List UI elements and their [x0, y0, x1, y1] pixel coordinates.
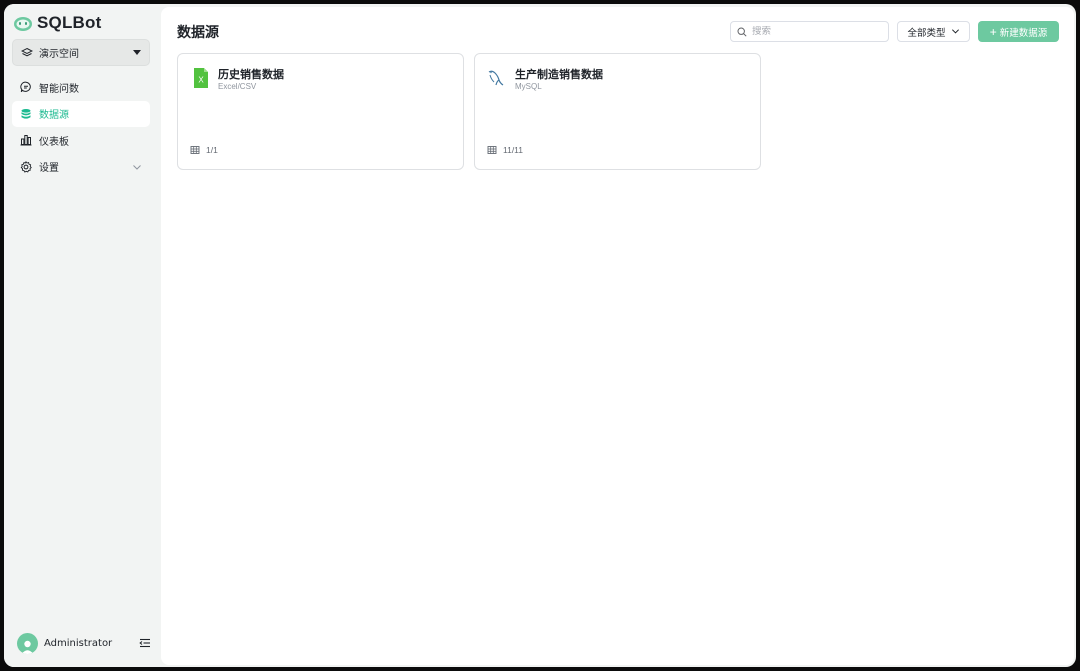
app-name: SQLBot — [37, 13, 102, 32]
new-datasource-label: 新建数据源 — [999, 27, 1048, 39]
search-input[interactable] — [752, 26, 882, 37]
datasource-name: 生产制造销售数据 — [515, 68, 603, 81]
search-icon — [737, 26, 747, 37]
datasource-card[interactable]: 生产制造销售数据 MySQL 11/11 — [474, 53, 761, 170]
new-datasource-button[interactable]: + 新建数据源 — [978, 21, 1059, 42]
gear-icon — [20, 160, 32, 173]
table-icon — [487, 146, 497, 154]
sidebar-item-dashboard[interactable]: 仪表板 — [12, 127, 150, 153]
sidebar-nav: 智能问数 数据源 仪表板 设置 — [12, 74, 150, 180]
type-filter-dropdown[interactable]: 全部类型 — [897, 21, 970, 42]
user-name: Administrator — [44, 637, 113, 649]
sidebar-item-label: 数据源 — [39, 110, 69, 121]
database-icon — [21, 108, 31, 119]
sidebar: SQLBot 演示空间 智能问数 数据源 仪表板 设置 Administrato… — [4, 4, 160, 667]
main-content: 数据源 全部类型 + 新建数据源 X — [161, 7, 1074, 665]
avatar[interactable] — [17, 632, 38, 654]
workspace-selector[interactable]: 演示空间 — [12, 39, 150, 66]
dashboard-icon — [20, 135, 32, 146]
search-box[interactable] — [730, 21, 889, 42]
chat-icon — [20, 81, 31, 93]
datasource-name: 历史销售数据 — [218, 68, 284, 81]
caret-down-icon — [133, 50, 141, 55]
plus-icon: + — [989, 24, 997, 39]
sidebar-item-label: 仪表板 — [39, 136, 69, 148]
table-count-value: 11/11 — [503, 145, 524, 155]
table-count: 11/11 — [487, 145, 523, 155]
user-profile[interactable]: Administrator — [17, 632, 151, 654]
table-count-value: 1/1 — [206, 145, 218, 155]
sidebar-item-label: 智能问数 — [39, 83, 79, 95]
user-icon — [21, 640, 34, 654]
excel-icon: X — [194, 68, 208, 88]
sqlbot-logo-icon — [14, 17, 32, 31]
table-icon — [190, 146, 200, 154]
type-filter-value: 全部类型 — [907, 27, 946, 39]
svg-text:X: X — [198, 76, 204, 85]
sidebar-item-datasource[interactable]: 数据源 — [12, 100, 150, 127]
chevron-down-icon — [951, 29, 959, 34]
datasource-card[interactable]: X 历史销售数据 Excel/CSV 1/1 — [177, 53, 464, 170]
datasource-type: MySQL — [515, 82, 542, 91]
collapse-sidebar-icon[interactable] — [139, 637, 151, 649]
workspace-name: 演示空间 — [39, 49, 79, 60]
app-logo[interactable]: SQLBot — [13, 12, 101, 34]
app-window: SQLBot 演示空间 智能问数 数据源 仪表板 设置 Administrato… — [4, 4, 1076, 667]
page-title: 数据源 — [177, 25, 219, 41]
layers-icon — [21, 47, 33, 56]
sidebar-item-smart-query[interactable]: 智能问数 — [12, 74, 150, 100]
chevron-down-icon[interactable] — [132, 162, 142, 172]
table-count: 1/1 — [190, 145, 218, 155]
sidebar-item-settings[interactable]: 设置 — [12, 154, 150, 180]
sidebar-item-label: 设置 — [39, 163, 59, 174]
mysql-icon — [488, 70, 504, 86]
datasource-type: Excel/CSV — [218, 82, 257, 91]
